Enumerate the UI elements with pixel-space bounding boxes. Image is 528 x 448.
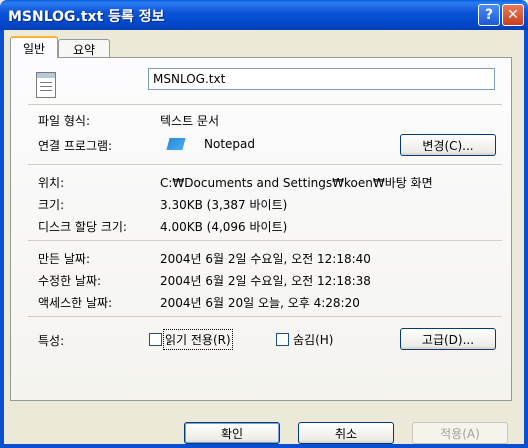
properties-dialog: MSNLOG.txt 등록 정보 ? ✕ 일반 요약 파일 형식: 텍스트 문서… [0, 0, 528, 448]
help-button[interactable]: ? [478, 4, 500, 26]
location-value: C:₩Documents and Settings₩koen₩바탕 화면 [160, 176, 433, 190]
readonly-label[interactable]: 읽기 전용(R) [163, 329, 233, 350]
hidden-label[interactable]: 숨김(H) [293, 331, 333, 348]
created-label: 만든 날짜: [38, 252, 91, 266]
window-frame-bottom [0, 444, 528, 448]
created-value: 2004년 6월 2일 수요일, 오전 12:18:40 [160, 252, 371, 266]
notepad-icon [166, 138, 186, 150]
divider [28, 164, 502, 165]
hidden-checkbox[interactable] [276, 333, 289, 346]
divider [28, 316, 502, 317]
size-label: 크기: [38, 198, 65, 212]
file-type-value: 텍스트 문서 [160, 114, 220, 128]
window-title: MSNLOG.txt 등록 정보 [8, 9, 165, 25]
disk-size-label: 디스크 할당 크기: [38, 220, 127, 234]
text-file-icon [36, 72, 56, 98]
modified-label: 수정한 날짜: [38, 274, 102, 288]
disk-size-value: 4.00KB (4,096 바이트) [160, 220, 288, 234]
ok-button[interactable]: 확인 [184, 422, 280, 444]
divider [28, 240, 502, 241]
file-name-field[interactable] [148, 68, 495, 90]
close-button[interactable]: ✕ [502, 4, 524, 26]
file-type-label: 파일 형식: [38, 114, 91, 128]
tab-general[interactable]: 일반 [10, 36, 58, 58]
tab-summary[interactable]: 요약 [58, 39, 110, 58]
modified-value: 2004년 6월 2일 수요일, 오전 12:18:38 [160, 274, 371, 288]
readonly-checkbox[interactable] [149, 333, 162, 346]
close-icon: ✕ [507, 7, 519, 23]
opens-with-label: 연결 프로그램: [38, 139, 113, 153]
window-frame-left [0, 30, 4, 448]
location-label: 위치: [38, 176, 65, 190]
change-button[interactable]: 변경(C)... [400, 134, 496, 156]
accessed-value: 2004년 6월 20일 오늘, 오후 4:28:20 [160, 296, 360, 310]
title-bar[interactable]: MSNLOG.txt 등록 정보 ? ✕ [0, 0, 528, 30]
cancel-button[interactable]: 취소 [298, 422, 394, 444]
help-icon: ? [484, 7, 494, 23]
attributes-label: 특성: [38, 334, 65, 348]
opens-with-value: Notepad [204, 137, 255, 151]
advanced-button[interactable]: 고급(D)... [400, 328, 496, 350]
accessed-label: 액세스한 날짜: [38, 296, 113, 310]
apply-button[interactable]: 적용(A) [412, 422, 508, 444]
window-frame-right [524, 30, 528, 448]
size-value: 3.30KB (3,387 바이트) [160, 198, 288, 212]
divider [28, 104, 502, 105]
